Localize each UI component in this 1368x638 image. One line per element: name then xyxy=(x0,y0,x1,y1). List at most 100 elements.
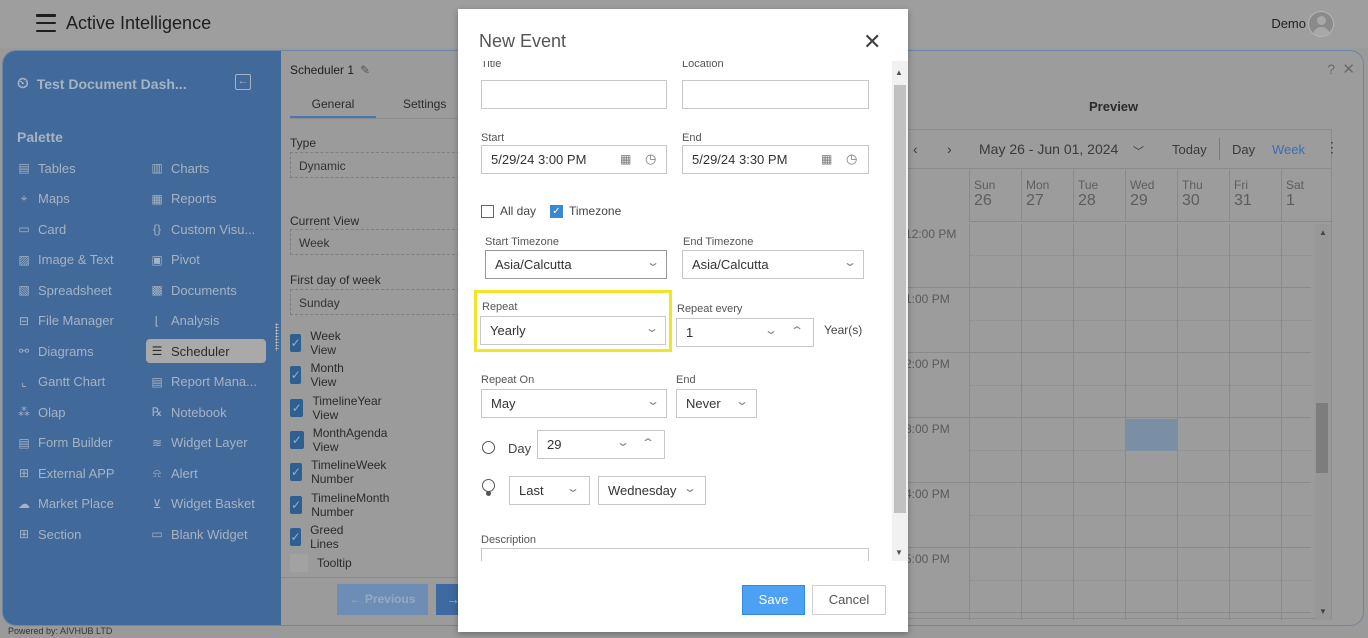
palette-item-charts[interactable]: ▥ Charts xyxy=(146,156,266,180)
palette-item-scheduler[interactable]: ☰ Scheduler xyxy=(146,339,266,363)
day-header-wed[interactable]: Wed 29 xyxy=(1125,170,1177,222)
day-header-fri[interactable]: Fri 31 xyxy=(1229,170,1281,222)
palette-item-tables[interactable]: ▤ Tables xyxy=(13,156,133,180)
increment-icon[interactable]: ⌃ xyxy=(790,324,804,338)
option-monthagenda-view[interactable]: ✓ MonthAgenda View xyxy=(290,426,392,454)
close-dialog-icon[interactable]: ✕ xyxy=(863,29,881,55)
selected-time-slot[interactable] xyxy=(1126,419,1177,451)
option-greed-lines[interactable]: ✓ Greed Lines xyxy=(290,523,350,551)
end-timezone-select[interactable]: Asia/Calcutta ⌄ xyxy=(682,250,864,279)
option-timelineyear-view[interactable]: ✓ TimelineYear View xyxy=(290,394,386,422)
repeat-every-input[interactable]: 1 ⌄ ⌃ xyxy=(676,318,814,347)
next-range-icon[interactable]: › xyxy=(947,141,952,157)
palette-item-alert[interactable]: ⍾ Alert xyxy=(146,461,266,485)
hamburger-menu-icon[interactable] xyxy=(36,14,56,32)
edit-icon[interactable]: ✎ xyxy=(360,63,370,77)
resize-handle[interactable] xyxy=(275,323,279,351)
palette-item-file-manager[interactable]: ⊟ File Manager xyxy=(13,309,133,333)
day-header-tue[interactable]: Tue 28 xyxy=(1073,170,1125,222)
palette-item-widget-layer[interactable]: ≋ Widget Layer xyxy=(146,431,266,455)
current-view-select[interactable]: Week xyxy=(290,229,460,255)
weekday-select[interactable]: Wednesday ⌄ xyxy=(598,476,706,505)
previous-button[interactable]: ← Previous xyxy=(337,584,428,615)
scheduler-scroll-thumb[interactable] xyxy=(1316,403,1328,473)
palette-item-spreadsheet[interactable]: ▧ Spreadsheet xyxy=(13,278,133,302)
week-position-select[interactable]: Last ⌄ xyxy=(509,476,590,505)
palette-item-external-app[interactable]: ⊞ External APP xyxy=(13,461,133,485)
help-icon[interactable]: ? xyxy=(1327,61,1335,77)
day-header-mon[interactable]: Mon 27 xyxy=(1021,170,1073,222)
option-tooltip[interactable]: Tooltip xyxy=(290,554,352,572)
repeat-on-month-select[interactable]: May ⌄ xyxy=(481,389,667,418)
user-avatar-icon[interactable] xyxy=(1308,11,1334,37)
timezone-checkbox[interactable]: ✓ Timezone xyxy=(550,204,621,218)
calendar-icon[interactable]: ▦ xyxy=(620,152,631,166)
position-radio-icon[interactable] xyxy=(482,479,495,499)
palette-item-market-place[interactable]: ☁ Market Place xyxy=(13,492,133,516)
palette-item-diagrams[interactable]: ⚯ Diagrams xyxy=(13,339,133,363)
date-range-chevron-icon[interactable]: ﹀ xyxy=(1133,143,1144,159)
palette-item-widget-basket[interactable]: ⊻ Widget Basket xyxy=(146,492,266,516)
palette-item-section[interactable]: ⊞ Section xyxy=(13,522,133,546)
all-day-checkbox[interactable]: All day xyxy=(481,204,536,218)
date-range[interactable]: May 26 - Jun 01, 2024 xyxy=(979,141,1118,157)
palette-item-form-builder[interactable]: ▤ Form Builder xyxy=(13,431,133,455)
scheduler-scrollbar[interactable]: ▲ ▼ xyxy=(1315,224,1331,620)
first-day-select[interactable]: Sunday xyxy=(290,289,460,315)
dialog-scrollbar[interactable]: ▲ ▼ xyxy=(892,61,908,561)
tab-general[interactable]: General xyxy=(290,97,376,118)
palette-item-image-text[interactable]: ▨ Image & Text xyxy=(13,248,133,272)
dialog-scroll-thumb[interactable] xyxy=(894,85,906,513)
palette-item-report-mana[interactable]: ▤ Report Mana... xyxy=(146,370,266,394)
scroll-down-icon[interactable]: ▼ xyxy=(1319,607,1327,616)
type-select[interactable]: Dynamic xyxy=(290,152,460,178)
location-input[interactable] xyxy=(682,80,869,109)
palette-item-documents[interactable]: ▩ Documents xyxy=(146,278,266,302)
day-view-button[interactable]: Day xyxy=(1232,142,1255,157)
title-input[interactable] xyxy=(481,80,667,109)
day-radio[interactable] xyxy=(482,441,495,454)
tab-settings[interactable]: Settings xyxy=(403,97,446,111)
decrement-icon[interactable]: ⌄ xyxy=(616,435,630,449)
repeat-select[interactable]: Yearly ⌄ xyxy=(480,316,666,345)
palette-item-blank-widget[interactable]: ▭ Blank Widget xyxy=(146,522,266,546)
week-view-button[interactable]: Week xyxy=(1272,142,1305,157)
save-button[interactable]: Save xyxy=(742,585,805,615)
day-header-thu[interactable]: Thu 30 xyxy=(1177,170,1229,222)
decrement-icon[interactable]: ⌄ xyxy=(764,323,778,337)
more-options-icon[interactable]: ⋮ xyxy=(1325,139,1339,156)
today-button[interactable]: Today xyxy=(1172,142,1207,157)
palette-item-reports[interactable]: ▦ Reports xyxy=(146,187,266,211)
day-header-sun[interactable]: Sun 26 xyxy=(969,170,1021,222)
collapse-sidebar-icon[interactable]: ← xyxy=(235,74,251,90)
end-rule-select[interactable]: Never ⌄ xyxy=(676,389,757,418)
palette-item-card[interactable]: ▭ Card xyxy=(13,217,133,241)
close-panel-icon[interactable]: ✕ xyxy=(1342,60,1355,78)
option-timelineweek-number[interactable]: ✓ TimelineWeek Number xyxy=(290,458,392,486)
prev-range-icon[interactable]: ‹ xyxy=(913,141,918,157)
end-datetime-input[interactable]: 5/29/24 3:30 PM ▦ ◷ xyxy=(682,145,869,174)
day-header-sat[interactable]: Sat 1 xyxy=(1281,170,1333,222)
start-timezone-select[interactable]: Asia/Calcutta ⌄ xyxy=(485,250,667,279)
scroll-down-icon[interactable]: ▼ xyxy=(895,548,903,557)
palette-item-olap[interactable]: ⁂ Olap xyxy=(13,400,133,424)
cancel-button[interactable]: Cancel xyxy=(812,585,886,615)
user-name[interactable]: Demo xyxy=(1271,16,1306,31)
day-number-input[interactable]: 29 ⌄ ⌃ xyxy=(537,430,665,459)
option-timelinemonth-number[interactable]: ✓ TimelineMonth Number xyxy=(290,491,395,519)
palette-item-custom-visu[interactable]: {} Custom Visu... xyxy=(146,217,266,241)
palette-item-analysis[interactable]: ⌊ Analysis xyxy=(146,309,266,333)
calendar-icon[interactable]: ▦ xyxy=(821,152,832,166)
palette-item-gantt-chart[interactable]: ⌞ Gantt Chart xyxy=(13,370,133,394)
clock-icon[interactable]: ◷ xyxy=(846,151,857,167)
option-month-view[interactable]: ✓ Month View xyxy=(290,361,350,389)
clock-icon[interactable]: ◷ xyxy=(645,151,656,167)
scroll-up-icon[interactable]: ▲ xyxy=(1319,228,1327,237)
option-week-view[interactable]: ✓ Week View xyxy=(290,329,347,357)
palette-item-pivot[interactable]: ▣ Pivot xyxy=(146,248,266,272)
increment-icon[interactable]: ⌃ xyxy=(641,436,655,450)
palette-item-maps[interactable]: ⌖ Maps xyxy=(13,187,133,211)
description-textarea[interactable] xyxy=(481,548,869,561)
palette-item-notebook[interactable]: ℞ Notebook xyxy=(146,400,266,424)
scroll-up-icon[interactable]: ▲ xyxy=(895,68,903,77)
